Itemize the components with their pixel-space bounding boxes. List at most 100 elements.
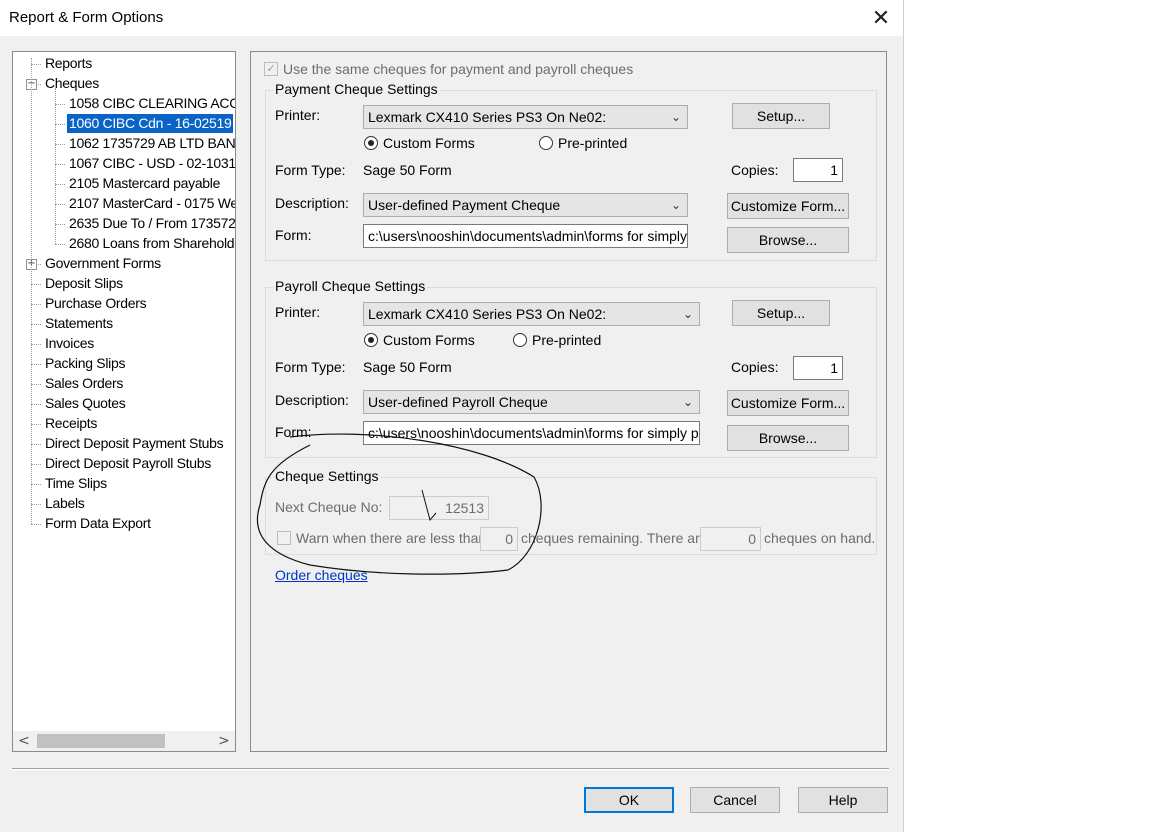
chevron-down-icon: ⌄ bbox=[670, 110, 681, 124]
payment-printer-value: Lexmark CX410 Series PS3 On Ne02: bbox=[368, 109, 607, 125]
tree-connector bbox=[31, 484, 41, 485]
tree-item[interactable]: Direct Deposit Payment Stubs bbox=[43, 434, 225, 453]
tree-item[interactable]: Purchase Orders bbox=[43, 294, 148, 313]
tree-item[interactable]: Form Data Export bbox=[43, 514, 153, 533]
tree-connector bbox=[31, 304, 41, 305]
payroll-form-type-label: Form Type: bbox=[275, 359, 346, 375]
tree-connector bbox=[31, 364, 41, 365]
payroll-preprinted-radio[interactable] bbox=[513, 333, 527, 347]
payment-customize-form-button[interactable]: Customize Form... bbox=[727, 193, 849, 219]
chevron-down-icon: ⌄ bbox=[670, 198, 681, 212]
payroll-description-value: User-defined Payroll Cheque bbox=[368, 394, 548, 410]
tree-connector bbox=[31, 464, 41, 465]
chevron-down-icon: ⌄ bbox=[682, 395, 693, 409]
tree-item[interactable]: Receipts bbox=[43, 414, 99, 433]
same-cheques-label: Use the same cheques for payment and pay… bbox=[283, 61, 634, 77]
payroll-browse-button[interactable]: Browse... bbox=[727, 425, 849, 451]
payment-printer-select[interactable]: Lexmark CX410 Series PS3 On Ne02: ⌄ bbox=[363, 105, 688, 129]
cancel-button[interactable]: Cancel bbox=[690, 787, 780, 813]
payment-copies-input[interactable]: 1 bbox=[793, 158, 843, 182]
tree-connector bbox=[55, 104, 65, 105]
scroll-right-icon[interactable]: > bbox=[215, 732, 233, 750]
tree-connector bbox=[31, 444, 41, 445]
payroll-group-title: Payroll Cheque Settings bbox=[273, 278, 428, 294]
tree-connector bbox=[31, 504, 41, 505]
payment-setup-button[interactable]: Setup... bbox=[732, 103, 830, 129]
same-cheques-checkbox[interactable]: ✓ bbox=[264, 62, 278, 76]
payment-form-label: Form: bbox=[275, 227, 312, 243]
payroll-description-select[interactable]: User-defined Payroll Cheque ⌄ bbox=[363, 390, 700, 414]
payroll-printer-label: Printer: bbox=[275, 304, 321, 320]
tree-item[interactable]: Deposit Slips bbox=[43, 274, 125, 293]
tree-connector bbox=[31, 64, 41, 65]
scroll-left-icon[interactable]: < bbox=[15, 732, 33, 750]
tree-connector bbox=[55, 184, 65, 185]
payroll-customize-form-button[interactable]: Customize Form... bbox=[727, 390, 849, 416]
tree-item[interactable]: Invoices bbox=[43, 334, 96, 353]
payroll-copies-input[interactable]: 1 bbox=[793, 356, 843, 380]
close-icon[interactable]: ✕ bbox=[866, 4, 896, 32]
tree-branch-line bbox=[55, 88, 56, 244]
horizontal-scrollbar[interactable]: < > bbox=[13, 731, 235, 751]
payment-custom-forms-label[interactable]: Custom Forms bbox=[383, 135, 475, 151]
scrollbar-thumb[interactable] bbox=[37, 734, 165, 748]
payment-form-path-input[interactable]: c:\users\nooshin\documents\admin\forms f… bbox=[363, 224, 688, 248]
payroll-description-label: Description: bbox=[275, 392, 349, 408]
tree-item[interactable]: Sales Orders bbox=[43, 374, 125, 393]
tree-item[interactable]: 2105 Mastercard payable bbox=[67, 174, 222, 193]
ok-button[interactable]: OK bbox=[584, 787, 674, 813]
tree-connector bbox=[55, 204, 65, 205]
tree-item[interactable]: Labels bbox=[43, 494, 86, 513]
payment-printer-label: Printer: bbox=[275, 107, 321, 123]
tree-item[interactable]: 1060 CIBC Cdn - 16-02519 bbox=[65, 113, 235, 134]
tree-item[interactable]: Cheques bbox=[43, 74, 101, 93]
tree-item[interactable]: 2107 MasterCard - 0175 We bbox=[67, 194, 235, 213]
tree-connector bbox=[31, 424, 41, 425]
tree-connector bbox=[31, 524, 41, 525]
title-bar: Report & Form Options ✕ bbox=[0, 0, 903, 36]
tree-item[interactable]: 1058 CIBC CLEARING ACC bbox=[67, 94, 235, 113]
payroll-custom-forms-radio[interactable] bbox=[364, 333, 378, 347]
payroll-setup-button[interactable]: Setup... bbox=[732, 300, 830, 326]
tree-connector bbox=[31, 344, 41, 345]
tree-item[interactable]: Time Slips bbox=[43, 474, 109, 493]
help-button[interactable]: Help bbox=[798, 787, 888, 813]
payroll-form-type-value: Sage 50 Form bbox=[363, 359, 452, 375]
tree-connector bbox=[31, 384, 41, 385]
payroll-copies-label: Copies: bbox=[731, 359, 779, 375]
tree-item[interactable]: Government Forms bbox=[43, 254, 163, 273]
payment-browse-button[interactable]: Browse... bbox=[727, 227, 849, 253]
tree-connector bbox=[31, 324, 41, 325]
tree-item[interactable]: 1067 CIBC - USD - 02-1031! bbox=[67, 154, 235, 173]
payment-description-value: User-defined Payment Cheque bbox=[368, 197, 561, 213]
payment-description-select[interactable]: User-defined Payment Cheque ⌄ bbox=[363, 193, 688, 217]
payment-description-label: Description: bbox=[275, 195, 349, 211]
tree-item[interactable]: Packing Slips bbox=[43, 354, 127, 373]
payroll-preprinted-label[interactable]: Pre-printed bbox=[532, 332, 601, 348]
tree-item[interactable]: 1062 1735729 AB LTD BAN bbox=[67, 134, 235, 153]
tree-item[interactable]: Direct Deposit Payroll Stubs bbox=[43, 454, 213, 473]
payroll-printer-value: Lexmark CX410 Series PS3 On Ne02: bbox=[368, 306, 607, 322]
tree-item[interactable]: Sales Quotes bbox=[43, 394, 127, 413]
tree-item[interactable]: Reports bbox=[43, 54, 94, 73]
payment-preprinted-radio[interactable] bbox=[539, 136, 553, 150]
tree-item[interactable]: 2680 Loans from Shareholde bbox=[67, 234, 235, 253]
window-title: Report & Form Options bbox=[9, 9, 164, 26]
forms-tree[interactable]: Reports Cheques −1058 CIBC CLEARING ACC 106… bbox=[12, 51, 236, 752]
payroll-custom-forms-label[interactable]: Custom Forms bbox=[383, 332, 475, 348]
button-separator bbox=[12, 768, 889, 770]
payment-form-type-value: Sage 50 Form bbox=[363, 162, 452, 178]
payment-copies-label: Copies: bbox=[731, 162, 779, 178]
payment-custom-forms-radio[interactable] bbox=[364, 136, 378, 150]
cheques-on-hand-input[interactable]: 0 bbox=[700, 527, 761, 551]
chevron-down-icon: ⌄ bbox=[682, 307, 693, 321]
tree-connector bbox=[55, 124, 65, 125]
tree-connector bbox=[55, 164, 65, 165]
tree-item[interactable]: 2635 Due To / From 173572 bbox=[67, 214, 235, 233]
settings-panel: ✓ Use the same cheques for payment and p… bbox=[250, 51, 887, 752]
tree-connector bbox=[31, 404, 41, 405]
report-form-options-dialog: Report & Form Options ✕ Reports Cheques −1… bbox=[0, 0, 904, 832]
payroll-printer-select[interactable]: Lexmark CX410 Series PS3 On Ne02: ⌄ bbox=[363, 302, 700, 326]
tree-item[interactable]: Statements bbox=[43, 314, 115, 333]
payment-preprinted-label[interactable]: Pre-printed bbox=[558, 135, 627, 151]
